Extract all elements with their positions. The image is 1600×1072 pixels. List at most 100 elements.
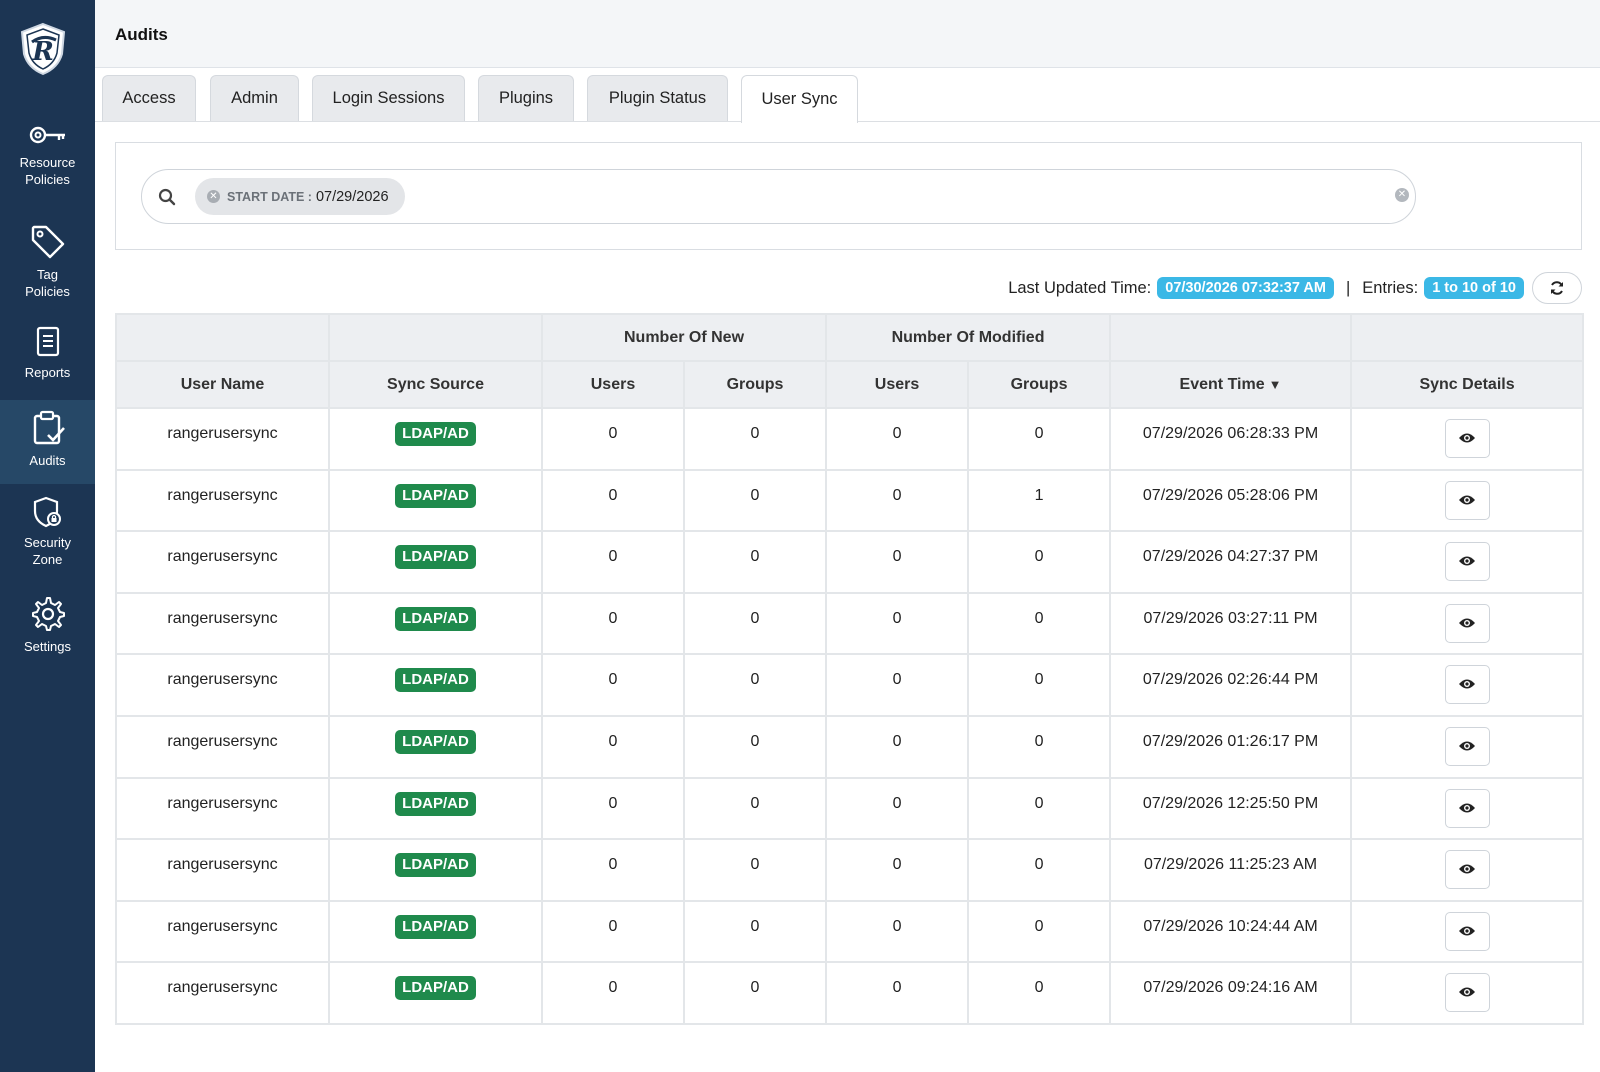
sidebar-item-tag-policies[interactable]: Tag Policies [0, 224, 95, 300]
clear-search-icon[interactable]: ✕ [1395, 188, 1409, 202]
page-header: Audits [95, 0, 1600, 68]
remove-filter-icon[interactable]: ✕ [207, 190, 220, 203]
eye-icon [1459, 741, 1476, 751]
view-sync-details-button[interactable] [1444, 850, 1490, 890]
tab-login-sessions[interactable]: Login Sessions [312, 75, 465, 121]
cell-new-users: 0 [541, 714, 685, 779]
tab-plugins[interactable]: Plugins [478, 75, 574, 121]
eye-icon [1459, 433, 1476, 443]
search-input[interactable]: ✕ START DATE : 07/29/2026 ✕ [141, 169, 1416, 224]
cell-user-name: rangerusersync [115, 591, 330, 656]
event-time-label: Event Time [1179, 375, 1265, 393]
cell-sync-details [1350, 468, 1585, 533]
sidebar-item-audits[interactable]: Audits [0, 400, 95, 484]
sidebar-item-label: Resource [19, 155, 76, 170]
eye-icon [1459, 679, 1476, 689]
cell-modified-users: 0 [825, 899, 970, 964]
sidebar-item-resource-policies[interactable]: Resource Policies [0, 122, 95, 188]
sync-source-badge: LDAP/AD [395, 483, 476, 508]
cell-user-name: rangerusersync [115, 714, 330, 779]
column-header-event-time[interactable]: Event Time ▼ [1109, 360, 1353, 409]
view-sync-details-button[interactable] [1444, 788, 1490, 828]
eye-icon [1459, 803, 1476, 813]
cell-new-groups: 0 [682, 899, 828, 964]
cell-sync-details [1350, 776, 1585, 841]
cell-event-time: 07/29/2026 04:27:37 PM [1109, 530, 1353, 594]
eye-icon [1459, 926, 1476, 936]
sync-source-badge: LDAP/AD [395, 853, 476, 878]
column-header-sync-details: Sync Details [1350, 360, 1585, 409]
cell-modified-groups: 0 [967, 714, 1112, 779]
filter-chip-start-date[interactable]: ✕ START DATE : 07/29/2026 [195, 178, 405, 215]
ranger-logo-icon[interactable]: R [18, 22, 68, 76]
cell-user-name: rangerusersync [115, 961, 330, 1025]
cell-new-groups: 0 [682, 530, 828, 594]
view-sync-details-button[interactable] [1444, 911, 1490, 951]
cell-new-users: 0 [541, 776, 685, 841]
cell-modified-users: 0 [825, 653, 970, 717]
status-bar: Last Updated Time: 07/30/2026 07:32:37 A… [1008, 272, 1582, 304]
sync-source-badge: LDAP/AD [395, 422, 476, 446]
table-row: rangerusersync LDAP/AD 0 0 0 0 07/29/2026 09:2… [115, 961, 1585, 1025]
view-sync-details-button[interactable] [1444, 665, 1490, 705]
table-row: rangerusersync LDAP/AD 0 0 0 0 07/29/2026 04:2… [115, 530, 1585, 594]
view-sync-details-button[interactable] [1444, 542, 1490, 582]
sidebar-item-settings[interactable]: Settings [0, 596, 95, 655]
sidebar-item-reports[interactable]: Reports [0, 326, 95, 381]
sidebar-item-label: Reports [24, 365, 71, 380]
entries-badge: 1 to 10 of 10 [1424, 277, 1524, 299]
sidebar-item-security-zone[interactable]: Security Zone [0, 496, 95, 568]
cell-new-groups: 0 [682, 776, 828, 841]
sync-source-badge: LDAP/AD [395, 976, 476, 1001]
tag-icon [31, 225, 64, 259]
table-row: rangerusersync LDAP/AD 0 0 0 1 07/29/2026 05:2… [115, 468, 1585, 533]
cell-modified-groups: 0 [967, 838, 1112, 902]
audit-tabs: Access Admin Login Sessions Plugins Plug… [95, 68, 1600, 123]
view-sync-details-button[interactable] [1444, 726, 1490, 766]
sort-desc-icon[interactable]: ▼ [1269, 377, 1282, 392]
reports-icon [36, 326, 59, 357]
cell-modified-groups: 0 [967, 653, 1112, 717]
cell-new-users: 0 [541, 591, 685, 656]
sync-source-badge: LDAP/AD [395, 914, 476, 939]
sidebar-item-label: Settings [24, 639, 71, 654]
last-updated-badge: 07/30/2026 07:32:37 AM [1157, 277, 1334, 299]
sidebar-item-label: Tag [37, 267, 58, 282]
eye-icon [1459, 987, 1476, 997]
cell-sync-details [1350, 714, 1585, 779]
sync-source-badge: LDAP/AD [395, 729, 476, 754]
view-sync-details-button[interactable] [1444, 603, 1490, 643]
tab-access[interactable]: Access [102, 75, 196, 121]
cell-modified-groups: 0 [967, 530, 1112, 594]
cell-event-time: 07/29/2026 09:24:16 AM [1109, 961, 1353, 1025]
table-row: rangerusersync LDAP/AD 0 0 0 0 07/29/2026 10:2… [115, 899, 1585, 964]
cell-new-groups: 0 [682, 591, 828, 656]
cell-user-name: rangerusersync [115, 530, 330, 594]
cell-modified-groups: 0 [967, 899, 1112, 964]
view-sync-details-button[interactable] [1444, 419, 1490, 458]
tab-plugin-status[interactable]: Plugin Status [587, 75, 728, 121]
tab-admin[interactable]: Admin [210, 75, 299, 121]
sync-source-badge: LDAP/AD [395, 545, 476, 570]
cell-user-name: rangerusersync [115, 468, 330, 533]
audits-icon [33, 410, 65, 445]
cell-sync-source: LDAP/AD [328, 530, 543, 594]
view-sync-details-button[interactable] [1444, 973, 1490, 1013]
cell-sync-details [1350, 899, 1585, 964]
search-panel: ✕ START DATE : 07/29/2026 ✕ [115, 142, 1582, 250]
refresh-button[interactable] [1532, 272, 1582, 304]
gear-icon [31, 597, 65, 631]
filter-value: 07/29/2026 [315, 188, 389, 205]
view-sync-details-button[interactable] [1444, 480, 1490, 520]
cell-sync-source: LDAP/AD [328, 961, 543, 1025]
tab-user-sync[interactable]: User Sync [741, 75, 858, 123]
cell-new-groups: 0 [682, 468, 828, 533]
cell-new-users: 0 [541, 961, 685, 1025]
cell-modified-users: 0 [825, 961, 970, 1025]
cell-event-time: 07/29/2026 05:28:06 PM [1109, 468, 1353, 533]
cell-new-users: 0 [541, 468, 685, 533]
cell-event-time: 07/29/2026 02:26:44 PM [1109, 653, 1353, 717]
cell-modified-users: 0 [825, 838, 970, 902]
security-zone-icon [33, 496, 61, 528]
cell-new-users: 0 [541, 838, 685, 902]
